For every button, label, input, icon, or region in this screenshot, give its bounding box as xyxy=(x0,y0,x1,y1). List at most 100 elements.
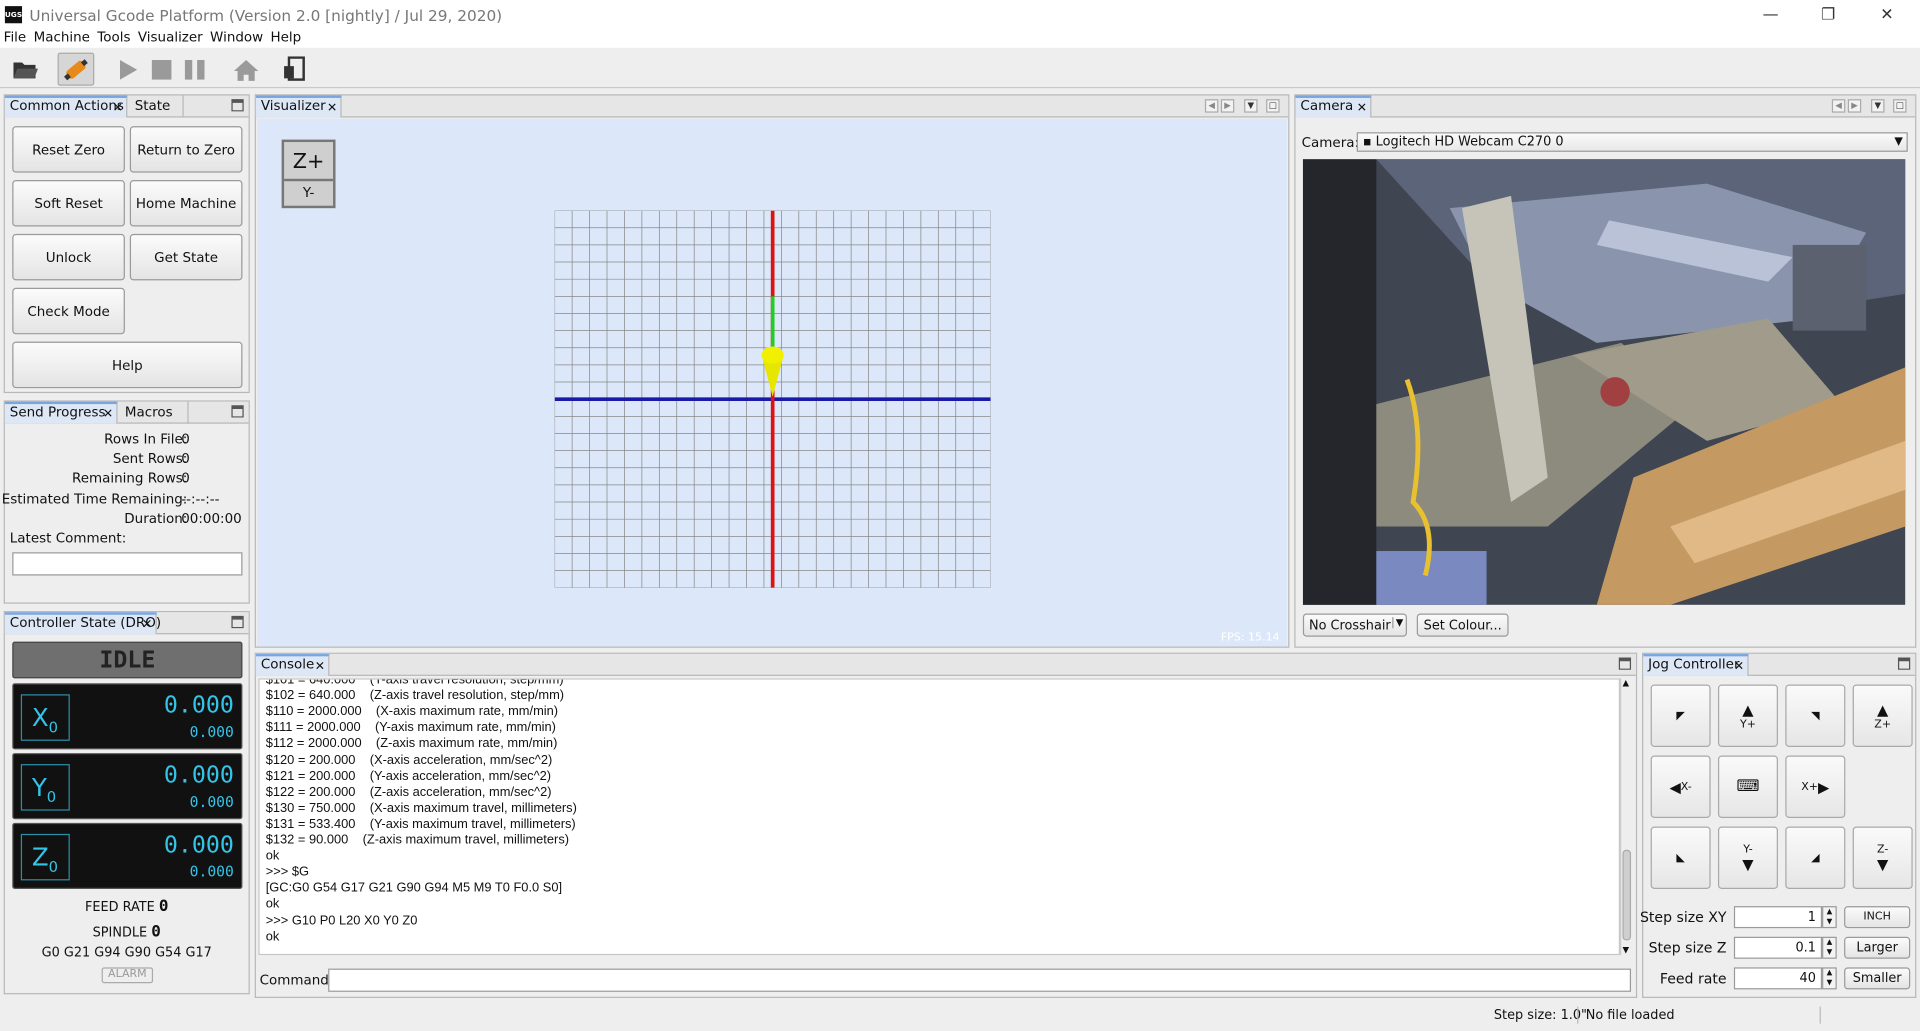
close-tab-icon[interactable]: ✕ xyxy=(1357,100,1367,117)
estimated-time-label: Estimated Time Remaining: xyxy=(1,491,188,507)
check-mode-button[interactable]: Check Mode xyxy=(12,287,125,335)
tab-jog-controller[interactable]: Jog Controller ✕ xyxy=(1643,653,1749,676)
play-icon[interactable] xyxy=(109,53,146,86)
tab-state[interactable]: State xyxy=(130,95,184,118)
close-tab-icon[interactable]: ✕ xyxy=(103,407,113,424)
arrow-down-right-icon: ◢ xyxy=(1811,851,1820,864)
get-state-button[interactable]: Get State xyxy=(129,233,243,281)
unlock-button[interactable]: Unlock xyxy=(12,233,125,281)
home-machine-button[interactable]: Home Machine xyxy=(129,180,243,227)
step-xy-spinner[interactable]: ▲ ▼ xyxy=(1822,906,1837,929)
tab-macros[interactable]: Macros xyxy=(120,401,189,424)
larger-button[interactable]: Larger xyxy=(1844,936,1911,959)
console-line: $131 = 533.400 (Y-axis maximum travel, m… xyxy=(265,816,576,832)
command-input[interactable] xyxy=(328,968,1632,992)
scroll-left-icon[interactable]: ◀ xyxy=(1204,99,1219,113)
scroll-left-icon[interactable]: ◀ xyxy=(1831,99,1846,113)
dropdown-icon[interactable]: ▼ xyxy=(1244,99,1258,113)
y-axis-zero-button[interactable]: Y0 xyxy=(20,764,70,811)
jog-x-plus-button[interactable]: X+ ▶ xyxy=(1785,755,1846,818)
dropdown-icon[interactable]: ▼ xyxy=(1871,99,1885,113)
console-line: ok xyxy=(265,928,280,944)
tab-controller-state[interactable]: Controller State (DRO) ✕ xyxy=(4,612,161,635)
scroll-thumb[interactable] xyxy=(1622,849,1632,941)
step-z-spinner[interactable]: ▲ ▼ xyxy=(1822,936,1837,959)
scroll-right-icon[interactable]: ▶ xyxy=(1847,99,1862,113)
app-logo: UGS xyxy=(5,6,22,24)
close-tab-icon[interactable]: ✕ xyxy=(315,659,325,676)
return-to-zero-button[interactable]: Return to Zero xyxy=(129,126,243,173)
scroll-down-icon[interactable]: ▼ xyxy=(1622,945,1629,955)
jog-y-minus-button[interactable]: Y- ▼ xyxy=(1717,826,1778,889)
restore-button[interactable]: ❐ xyxy=(1800,0,1856,29)
reset-zero-button[interactable]: Reset Zero xyxy=(12,126,125,173)
close-button[interactable]: ✕ xyxy=(1859,0,1915,29)
console-output[interactable]: $101 = 640.000 (Y-axis travel resolution… xyxy=(258,678,1621,956)
maximize-icon[interactable]: □ xyxy=(1266,99,1280,113)
menu-help[interactable]: Help xyxy=(267,29,305,47)
close-tab-icon[interactable]: ✕ xyxy=(1734,659,1744,676)
tab-send-progress[interactable]: Send Progress ✕ xyxy=(4,401,118,424)
tab-console[interactable]: Console ✕ xyxy=(255,653,330,676)
jog-z-plus-button[interactable]: ▲ Z+ xyxy=(1852,684,1913,747)
jog-controller-panel: Jog Controller ✕ ◤ ▲ Y+ ◥ ▲ Z+ ◀ X- ⌨ X+ ▶ ◣ … xyxy=(1640,652,1917,998)
scroll-up-icon[interactable]: ▲ xyxy=(1622,678,1629,688)
soft-reset-button[interactable]: Soft Reset xyxy=(12,180,125,227)
menu-tools[interactable]: Tools xyxy=(94,29,135,47)
gcode-file-icon[interactable] xyxy=(277,53,314,86)
open-folder-icon[interactable] xyxy=(7,53,44,86)
step-size-xy-field[interactable]: 1 xyxy=(1733,906,1823,929)
cube-front-face[interactable]: Y- xyxy=(284,181,333,205)
jog-x-plus-y-plus-button[interactable]: ◥ xyxy=(1785,684,1846,747)
close-tab-icon[interactable]: ✕ xyxy=(327,100,337,117)
home-icon[interactable] xyxy=(228,53,265,86)
x-axis-zero-button[interactable]: X0 xyxy=(20,694,70,741)
tab-visualizer[interactable]: Visualizer ✕ xyxy=(255,95,342,118)
work-area-grid xyxy=(554,210,991,588)
help-button[interactable]: Help xyxy=(12,341,243,389)
orientation-cube[interactable]: Z+ Y- xyxy=(281,139,336,209)
common-actions-panel: Common Actions ✕ State Reset Zero Return … xyxy=(3,94,250,394)
minimize-panel-icon[interactable] xyxy=(1897,657,1911,670)
menu-window[interactable]: Window xyxy=(206,29,266,47)
cube-top-face[interactable]: Z+ xyxy=(284,142,334,182)
connect-plug-icon[interactable] xyxy=(57,52,95,86)
minimize-panel-icon[interactable] xyxy=(1618,657,1632,670)
smaller-button[interactable]: Smaller xyxy=(1844,967,1911,990)
tab-common-actions[interactable]: Common Actions ✕ xyxy=(4,95,128,118)
minimize-panel-icon[interactable] xyxy=(231,405,244,418)
minimize-panel-icon[interactable] xyxy=(231,99,244,112)
jog-z-minus-button[interactable]: Z- ▼ xyxy=(1852,826,1913,889)
close-tab-icon[interactable]: ✕ xyxy=(113,100,123,117)
inch-mm-toggle-button[interactable]: INCH xyxy=(1844,906,1911,929)
camera-select[interactable]: ▪ Logitech HD Webcam C270 0 ▼ xyxy=(1356,132,1908,152)
jog-x-minus-button[interactable]: ◀ X- xyxy=(1650,755,1711,818)
jog-x-minus-y-minus-button[interactable]: ◣ xyxy=(1650,826,1711,889)
close-tab-icon[interactable]: ✕ xyxy=(142,617,152,634)
z-machine-position: 0.000 xyxy=(189,863,234,881)
feed-rate-value: 0 xyxy=(158,897,169,916)
tab-camera[interactable]: Camera ✕ xyxy=(1295,95,1372,118)
set-colour-button[interactable]: Set Colour... xyxy=(1416,613,1509,637)
console-scrollbar[interactable]: ▲ ▼ xyxy=(1620,678,1633,956)
jog-x-minus-y-plus-button[interactable]: ◤ xyxy=(1650,684,1711,747)
keyboard-jog-toggle[interactable]: ⌨ xyxy=(1717,755,1778,818)
crosshair-select[interactable]: No Crosshair ▼ xyxy=(1302,613,1407,637)
minimize-button[interactable]: — xyxy=(1742,0,1798,29)
maximize-icon[interactable]: □ xyxy=(1893,99,1907,113)
jog-y-plus-button[interactable]: ▲ Y+ xyxy=(1717,684,1778,747)
menu-visualizer[interactable]: Visualizer xyxy=(134,29,206,47)
console-line: $120 = 200.000 (X-axis acceleration, mm/… xyxy=(265,752,553,768)
menu-machine[interactable]: Machine xyxy=(30,29,94,47)
minimize-panel-icon[interactable] xyxy=(231,615,244,629)
pause-icon[interactable] xyxy=(176,53,213,86)
visualizer-canvas[interactable]: Z+ Y- FPS: 15.14 xyxy=(257,118,1287,647)
feed-rate-spinner[interactable]: ▲ ▼ xyxy=(1822,967,1837,990)
scroll-right-icon[interactable]: ▶ xyxy=(1220,99,1235,113)
feed-rate-field[interactable]: 40 xyxy=(1733,967,1823,990)
step-size-z-field[interactable]: 0.1 xyxy=(1733,936,1823,959)
jog-x-plus-y-minus-button[interactable]: ◢ xyxy=(1785,826,1846,889)
stop-icon[interactable] xyxy=(143,53,180,86)
menu-file[interactable]: File xyxy=(0,29,30,47)
z-axis-zero-button[interactable]: Z0 xyxy=(20,833,70,881)
